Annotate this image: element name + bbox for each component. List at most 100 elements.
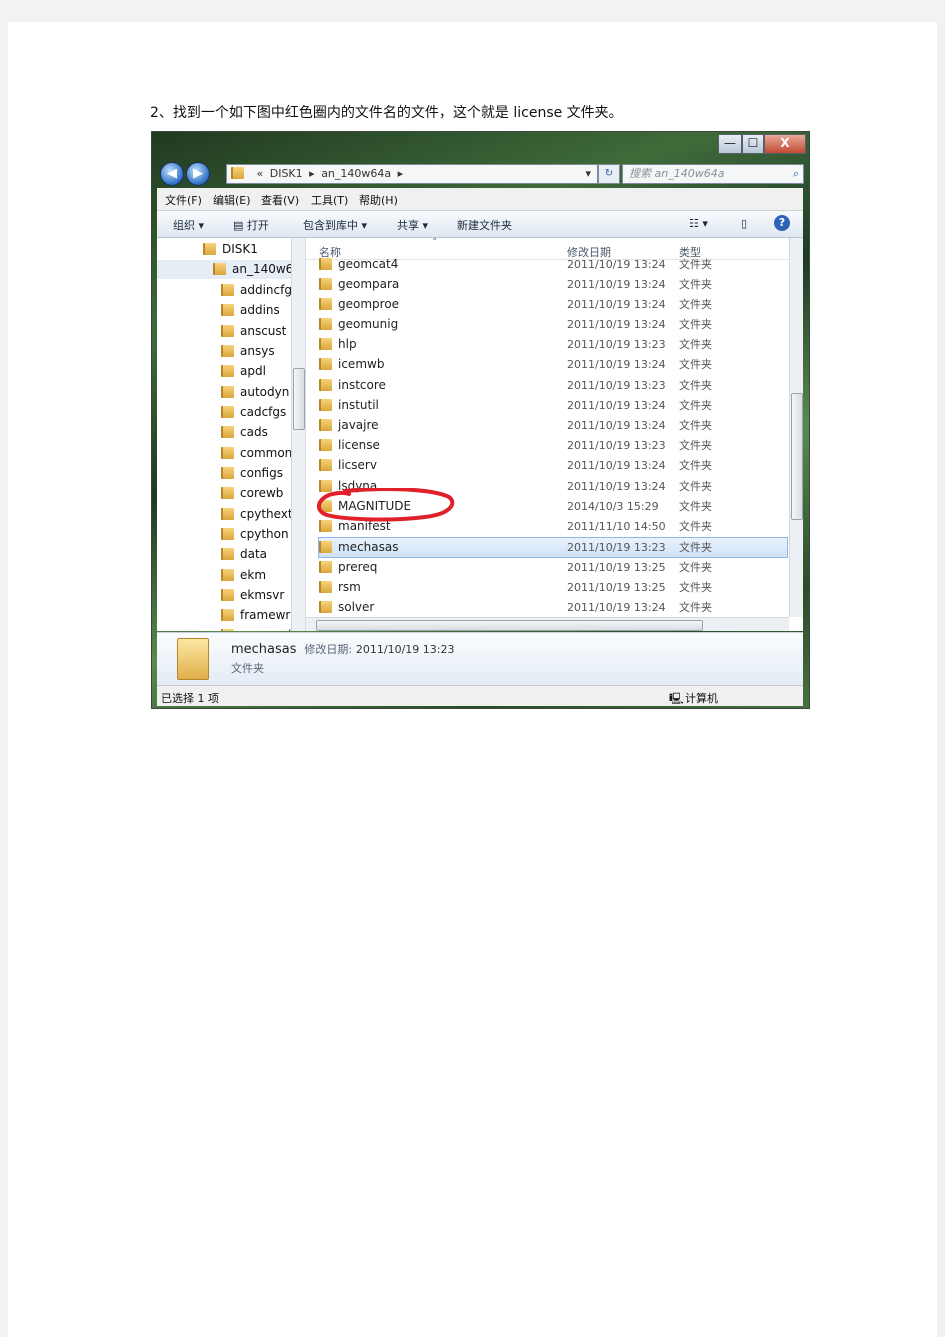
file-row[interactable]: prereq 2011/10/19 13:25 文件夹 [319,558,787,577]
horizontal-scrollbar[interactable] [306,617,789,631]
tree-item-framewrk[interactable]: framewrk [221,606,297,625]
tree-item-addincfg[interactable]: addincfg [221,281,292,300]
menu-help[interactable]: 帮助(H) [359,192,398,208]
tree-item-cads[interactable]: cads [221,423,268,442]
tree-item-data[interactable]: data [221,545,267,564]
folder-icon [221,406,234,418]
file-row[interactable]: rsm 2011/10/19 13:25 文件夹 [319,578,787,597]
horizontal-scrollbar-thumb[interactable] [316,620,703,631]
back-icon[interactable]: ◀ [160,162,184,186]
folder-icon [319,561,332,573]
file-row[interactable]: geompara 2011/10/19 13:24 文件夹 [319,275,787,294]
folder-icon [221,467,234,479]
tree-item-an-140w64[interactable]: an_140w64 [157,260,301,279]
minimize-button[interactable]: — [718,134,742,154]
tree-item-ansys[interactable]: ansys [221,342,275,361]
file-row-selected[interactable]: mechasas 2011/10/19 13:23 文件夹 [318,537,788,558]
tree-item-common[interactable]: common [221,444,292,463]
file-date: 2011/10/19 13:24 [567,358,666,371]
tree-item-addins[interactable]: addins [221,301,280,320]
menu-edit[interactable]: 编辑(E) [213,192,251,208]
help-icon[interactable]: ? [774,215,790,231]
forward-icon[interactable]: ▶ [186,162,210,186]
address-dropdown-icon[interactable]: ▾ [585,165,591,183]
tree-item-label: ansys [240,344,275,358]
tree-item-configs[interactable]: configs [221,464,283,483]
folder-icon [231,167,244,179]
open-label: 打开 [246,219,269,232]
folder-icon [221,284,234,296]
file-type: 文件夹 [679,541,712,554]
folder-icon [319,419,332,431]
preview-pane-icon[interactable]: ▯ [741,217,747,230]
file-row-license[interactable]: license 2011/10/19 13:23 文件夹 [319,436,787,455]
open-button[interactable]: ▤ 打开 [233,217,269,233]
address-bar[interactable]: « DISK1 ▸ an_140w64a ▸ ▾ [226,164,598,184]
menu-file[interactable]: 文件(F) [165,192,202,208]
file-type: 文件夹 [679,298,712,311]
tree-item-autodyn[interactable]: autodyn [221,383,289,402]
tree-item-corewb[interactable]: corewb [221,484,283,503]
tree-item-disk1[interactable]: DISK1 [203,240,258,259]
tree-item-ekm[interactable]: ekm [221,566,266,585]
menu-tools[interactable]: 工具(T) [311,192,348,208]
new-folder-button[interactable]: 新建文件夹 [457,217,512,233]
search-icon[interactable]: ⌕ [793,165,799,183]
view-options-icon[interactable]: ☷ ▾ [689,217,708,230]
file-row[interactable]: hlp 2011/10/19 13:23 文件夹 [319,335,787,354]
file-date: 2011/10/19 13:25 [567,581,666,594]
include-in-library-button[interactable]: 包含到库中 ▾ [303,217,367,233]
organize-button[interactable]: 组织 ▾ [173,217,204,233]
maximize-button[interactable]: ☐ [742,134,764,154]
command-toolbar: 组织 ▾ ▤ 打开 包含到库中 ▾ 共享 ▾ 新建文件夹 ☷ ▾ ▯ ? [157,211,803,238]
tree-scrollbar-thumb[interactable] [293,368,305,430]
tree-item-geomcoi[interactable]: geomcoi [221,626,291,631]
folder-icon [221,609,234,621]
file-row[interactable]: geomunig 2011/10/19 13:24 文件夹 [319,315,787,334]
file-row[interactable]: geomcat4 2011/10/19 13:24 文件夹 [319,255,787,274]
refresh-button[interactable]: ↻ [598,164,620,184]
search-input[interactable]: 搜索 an_140w64a ⌕ [622,164,804,184]
folder-icon [221,304,234,316]
tree-item-apdl[interactable]: apdl [221,362,266,381]
file-name: license [338,438,380,452]
file-type: 文件夹 [679,459,712,472]
file-type: 文件夹 [679,419,712,432]
tree-item-cpython[interactable]: cpython [221,525,289,544]
file-row[interactable]: instutil 2011/10/19 13:24 文件夹 [319,396,787,415]
breadcrumb-prefix: « [256,167,264,180]
tree-scrollbar[interactable] [291,238,305,631]
close-button[interactable]: X [764,134,806,154]
search-placeholder: 搜索 an_140w64a [629,167,725,180]
breadcrumb-an-140w64a[interactable]: an_140w64a [321,167,391,180]
file-type: 文件夹 [679,258,712,271]
file-type: 文件夹 [679,601,712,614]
file-row[interactable]: licserv 2011/10/19 13:24 文件夹 [319,456,787,475]
folder-icon [221,629,234,631]
file-date: 2014/10/3 15:29 [567,500,659,513]
file-type: 文件夹 [679,318,712,331]
menu-view[interactable]: 查看(V) [261,192,299,208]
file-row[interactable]: icemwb 2011/10/19 13:24 文件夹 [319,355,787,374]
folder-icon [319,439,332,451]
file-row[interactable]: javajre 2011/10/19 13:24 文件夹 [319,416,787,435]
folder-icon [221,508,234,520]
file-name: licserv [338,458,377,472]
file-row[interactable]: geomproe 2011/10/19 13:24 文件夹 [319,295,787,314]
file-name: geompara [338,277,400,291]
open-icon: ▤ [233,219,247,232]
tree-item-cpythext[interactable]: cpythext [221,505,293,524]
file-row[interactable]: solver 2011/10/19 13:24 文件夹 [319,598,787,617]
tree-item-label: framewrk [240,608,298,622]
tree-item-ekmsvr[interactable]: ekmsvr [221,586,284,605]
share-button[interactable]: 共享 ▾ [397,217,428,233]
file-list-scrollbar-thumb[interactable] [791,393,803,520]
tree-item-label: cpython [240,527,289,541]
file-name: instutil [338,398,379,412]
tree-item-cadcfgs[interactable]: cadcfgs [221,403,286,422]
file-row[interactable]: instcore 2011/10/19 13:23 文件夹 [319,376,787,395]
file-date: 2011/10/19 13:24 [567,278,666,291]
breadcrumb-disk1[interactable]: DISK1 [270,167,303,180]
status-bar: 已选择 1 项 🖳 计算机 [157,685,803,706]
tree-item-anscust[interactable]: anscust [221,322,286,341]
